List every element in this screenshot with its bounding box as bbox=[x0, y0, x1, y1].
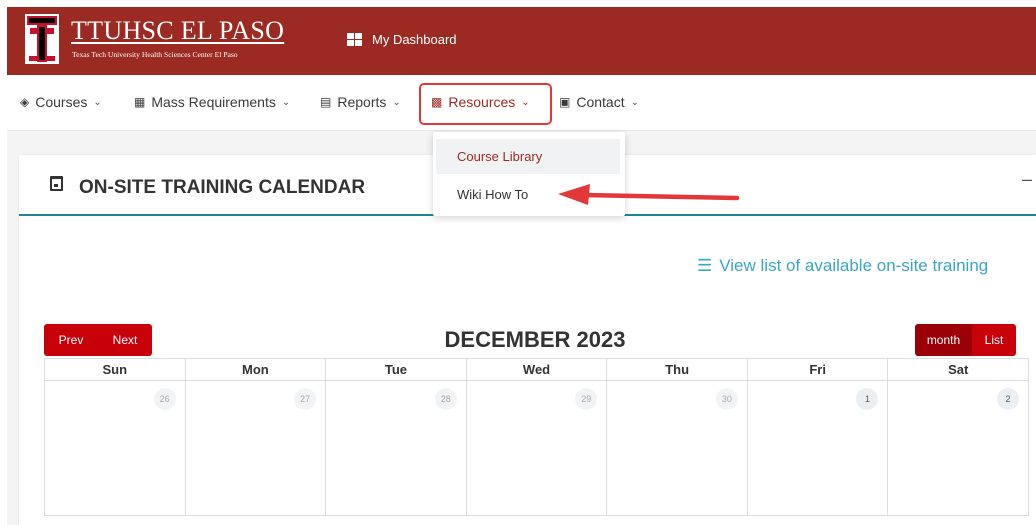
contact-icon: ▣ bbox=[559, 95, 571, 109]
calendar-week-row: 26 27 28 29 30 1 2 bbox=[45, 381, 1030, 516]
nav-mass-requirements-label: Mass Requirements bbox=[151, 94, 276, 110]
weekday-header: Mon bbox=[185, 359, 327, 381]
nav-item-contact[interactable]: ▣ Contact ⌄ bbox=[559, 94, 639, 110]
weekday-header-row: Sun Mon Tue Wed Thu Fri Sat bbox=[45, 359, 1030, 381]
day-number: 1 bbox=[856, 388, 879, 410]
monitor-icon: ▤ bbox=[320, 95, 332, 109]
nav-item-reports[interactable]: ▤ Reports ⌄ bbox=[320, 94, 401, 110]
collapse-button[interactable]: – bbox=[1022, 169, 1032, 190]
book-icon: ◈ bbox=[20, 95, 30, 109]
red-arrow-icon bbox=[558, 184, 740, 205]
day-cell[interactable]: 30 bbox=[607, 381, 748, 516]
month-title: DECEMBER 2023 bbox=[444, 327, 626, 352]
day-cell[interactable]: 29 bbox=[466, 381, 608, 516]
day-number: 28 bbox=[434, 388, 457, 410]
day-number: 2 bbox=[997, 388, 1020, 410]
day-cell[interactable]: 1 bbox=[747, 381, 889, 516]
weekday-header: Thu bbox=[607, 359, 748, 381]
calendar-grid: Sun Mon Tue Wed Thu Fri Sat 26 27 28 29 … bbox=[44, 358, 1030, 516]
day-cell[interactable]: 26 bbox=[45, 381, 186, 516]
calendar-icon bbox=[50, 176, 63, 191]
nav-contact-label: Contact bbox=[576, 94, 625, 110]
list-view-button[interactable]: List bbox=[972, 324, 1016, 356]
my-dashboard-link[interactable]: My Dashboard bbox=[347, 32, 457, 47]
month-view-button[interactable]: month bbox=[915, 324, 972, 356]
logo-title[interactable]: TTUHSC EL PASO bbox=[71, 16, 284, 46]
list-icon: ☰ bbox=[697, 256, 713, 275]
highlight-box bbox=[419, 83, 552, 125]
day-number: 30 bbox=[715, 388, 738, 410]
chevron-down-icon: ⌄ bbox=[630, 96, 639, 108]
my-dashboard-label: My Dashboard bbox=[372, 32, 457, 47]
weekday-header: Fri bbox=[747, 359, 889, 381]
prev-next-group: Prev Next bbox=[44, 324, 152, 356]
weekday-header: Sat bbox=[888, 359, 1030, 381]
view-list-label: View list of available on-site training bbox=[719, 256, 989, 275]
chevron-down-icon: ⌄ bbox=[281, 96, 291, 108]
next-button[interactable]: Next bbox=[98, 324, 152, 356]
day-number: 26 bbox=[153, 388, 176, 410]
prev-button[interactable]: Prev bbox=[44, 324, 98, 356]
chevron-down-icon: ⌄ bbox=[93, 96, 102, 108]
double-t-logo-icon[interactable] bbox=[25, 14, 59, 64]
day-cell[interactable]: 27 bbox=[185, 381, 327, 516]
nav-item-courses[interactable]: ◈ Courses ⌄ bbox=[20, 94, 102, 110]
clipboard-icon: ▦ bbox=[134, 95, 146, 109]
view-list-link[interactable]: ☰ View list of available on-site trainin… bbox=[697, 256, 988, 276]
top-header: TTUHSC EL PASO Texas Tech University Hea… bbox=[7, 7, 1036, 75]
card-title: ON-SITE TRAINING CALENDAR bbox=[79, 177, 366, 198]
nav-reports-label: Reports bbox=[337, 94, 387, 110]
day-number: 27 bbox=[294, 388, 317, 410]
weekday-header: Tue bbox=[326, 359, 467, 381]
nav-item-mass-requirements[interactable]: ▦ Mass Requirements ⌄ bbox=[134, 94, 290, 110]
view-toggle-group: month List bbox=[915, 324, 1016, 356]
day-cell[interactable]: 2 bbox=[888, 381, 1030, 516]
dashboard-icon bbox=[347, 33, 362, 46]
logo-subtitle: Texas Tech University Health Sciences Ce… bbox=[72, 50, 238, 59]
dropdown-item-course-library[interactable]: Course Library bbox=[436, 139, 620, 174]
day-cell[interactable]: 28 bbox=[326, 381, 467, 516]
weekday-header: Sun bbox=[45, 359, 186, 381]
chevron-down-icon: ⌄ bbox=[392, 96, 401, 108]
weekday-header: Wed bbox=[466, 359, 608, 381]
day-number: 29 bbox=[575, 388, 598, 410]
nav-courses-label: Courses bbox=[35, 94, 88, 110]
